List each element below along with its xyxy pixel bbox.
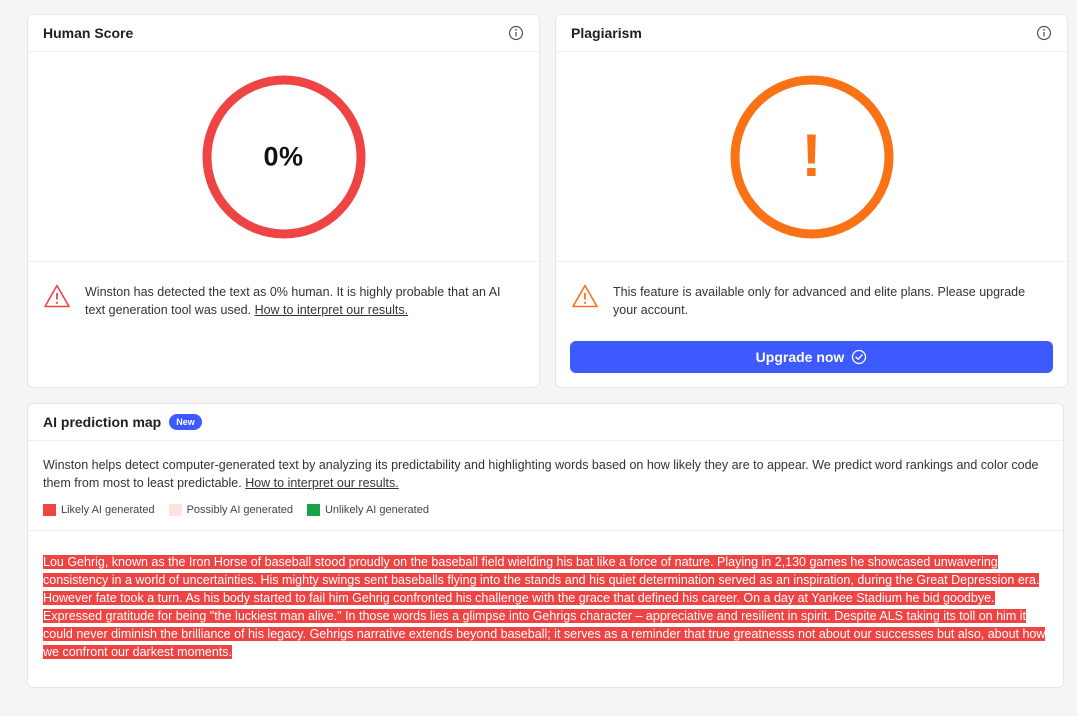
upgrade-now-button[interactable]: Upgrade now [570,341,1053,373]
legend-label-possibly: Possibly AI generated [186,504,293,516]
legend-swatch-likely [43,504,56,516]
human-score-title: Human Score [43,25,134,41]
plagiarism-card: Plagiarism ! This feature is available o… [555,14,1068,388]
plagiarism-notice-text: This feature is available only for advan… [613,285,1026,317]
interpret-results-link[interactable]: How to interpret our results. [255,303,409,317]
legend-item-likely: Likely AI generated [43,504,155,516]
ai-prediction-map-description: Winston helps detect computer-generated … [28,441,1063,492]
highlighted-text: Lou Gehrig, known as the Iron Horse of b… [28,531,1063,661]
prediction-legend: Likely AI generated Possibly AI generate… [28,492,1063,531]
legend-swatch-unlikely [306,504,320,516]
human-score-value: 0% [263,141,304,171]
ai-prediction-map-title: AI prediction map [43,414,162,430]
info-icon[interactable] [508,25,524,41]
legend-swatch-possibly [168,504,182,516]
human-score-notice: Winston has detected the text as 0% huma… [28,262,539,319]
ai-prediction-map-header: AI prediction map New [28,404,1063,441]
human-score-gauge: 0% [202,75,366,239]
human-score-card: Human Score 0% Winston has detected the … [27,14,540,388]
new-badge: New [169,414,202,430]
info-icon[interactable] [1036,25,1052,41]
highlighted-text-span: Lou Gehrig, known as the Iron Horse of b… [43,555,1046,659]
check-circle-icon [852,349,867,365]
warning-icon [572,284,598,308]
plagiarism-gauge-area: ! [556,52,1067,262]
ai-prediction-map-card: AI prediction map New Winston helps dete… [27,403,1064,688]
legend-label-likely: Likely AI generated [61,504,155,516]
legend-label-unlikely: Unlikely AI generated [324,504,429,516]
plagiarism-notice: This feature is available only for advan… [556,262,1067,319]
plagiarism-header: Plagiarism [556,15,1067,52]
exclamation-icon: ! [801,121,822,189]
human-score-gauge-area: 0% [28,52,539,262]
legend-item-possibly: Possibly AI generated [168,504,293,516]
ai-prediction-map-description-text: Winston helps detect computer-generated … [43,458,1039,490]
human-score-notice-text: Winston has detected the text as 0% huma… [85,283,524,319]
plagiarism-title: Plagiarism [571,25,642,41]
interpret-results-link[interactable]: How to interpret our results. [245,476,399,490]
upgrade-now-label: Upgrade now [755,349,845,365]
legend-item-unlikely: Unlikely AI generated [306,504,429,516]
human-score-header: Human Score [28,15,539,52]
warning-icon [44,284,70,308]
plagiarism-gauge: ! [730,75,894,239]
